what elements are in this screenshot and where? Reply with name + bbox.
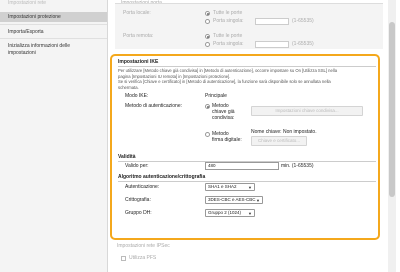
ike-heading: Impostazioni IKE: [118, 59, 376, 67]
local-port-label: Porta locale:: [123, 10, 151, 16]
sidebar: Impostazioni rete Impostazioni protezion…: [0, 0, 108, 272]
local-port-input[interactable]: [255, 18, 289, 25]
remote-all-ports-label: Tutte le porte: [213, 33, 243, 39]
valid-for-label: Valido per:: [125, 163, 149, 169]
ike-note-line3: Se si verifica [Chiave e certificato] in…: [118, 79, 331, 84]
chevron-down-icon: ▼: [248, 211, 252, 216]
dh-group-select[interactable]: Gruppo 2 (1024) ▼: [205, 209, 255, 217]
auth-algo-value: SHA1 e SHA2: [208, 184, 237, 189]
validity-heading: Validità: [118, 154, 376, 162]
algorithm-heading: Algoritmo autenticazione/crittografia: [118, 174, 376, 182]
psk-label-line3: condivisa:: [212, 115, 235, 121]
local-single-port-radio[interactable]: [205, 19, 210, 24]
digital-signature-radio[interactable]: [205, 132, 210, 137]
sidebar-item-network[interactable]: Impostazioni rete: [0, 0, 107, 6]
local-port-range: (1-65535): [292, 18, 314, 24]
dh-group-label: Gruppo DH:: [125, 210, 152, 216]
scrollbar-thumb[interactable]: [389, 22, 395, 197]
auth-algo-select[interactable]: SHA1 e SHA2 ▼: [205, 183, 255, 191]
encryption-value: 3DES-CBC e AES-CBC: [208, 197, 256, 202]
pfs-label: Utilizza PFS: [129, 255, 157, 261]
divider: [0, 38, 107, 39]
key-name-text: Nome chiave: Non impostato.: [251, 129, 317, 135]
remote-single-port-label: Porta singola:: [213, 41, 244, 47]
remote-port-label: Porta remota:: [123, 33, 154, 39]
sidebar-item-security[interactable]: Impostazioni protezione: [0, 12, 107, 22]
local-all-ports-label: Tutte le porte: [213, 10, 243, 16]
sidebar-item-reset-line2[interactable]: impostazioni: [0, 50, 107, 56]
sidebar-item-import-export[interactable]: Importa/Esporta: [0, 29, 107, 35]
chevron-down-icon: ▼: [248, 185, 252, 190]
validity-input[interactable]: 480: [205, 162, 279, 170]
remote-single-port-radio[interactable]: [205, 42, 210, 47]
ipsec-settings-title: Impostazioni rete IPSec: [117, 243, 170, 249]
ike-note-line4: schermata.: [118, 84, 139, 90]
encryption-label: Crittografia:: [125, 197, 151, 203]
auth-algo-label: Autenticazione:: [125, 184, 160, 190]
psk-radio[interactable]: [205, 104, 210, 109]
remote-port-input[interactable]: [255, 41, 289, 48]
local-all-ports-radio[interactable]: [205, 11, 210, 16]
encryption-select[interactable]: 3DES-CBC e AES-CBC ▼: [205, 196, 263, 204]
auth-method-label: Metodo di autenticazione:: [125, 103, 182, 109]
remote-port-range: (1-65535): [292, 41, 314, 47]
sig-label-line2: firma digitale:: [212, 137, 242, 143]
pfs-checkbox[interactable]: [121, 256, 126, 261]
chevron-down-icon: ▼: [256, 198, 260, 203]
ike-settings-panel: Impostazioni IKE Per utilizzare [Metodo …: [110, 54, 380, 240]
dh-group-value: Gruppo 2 (1024): [208, 210, 242, 215]
sidebar-item-reset-line1[interactable]: Inizializza informazioni delle: [0, 43, 107, 49]
ike-mode-label: Modo IKE:: [125, 93, 149, 99]
port-settings-box: Porta locale: Tutte le porte Porta singo…: [115, 3, 383, 49]
local-single-port-label: Porta singola:: [213, 18, 244, 24]
app-window: { "sidebar": { "items": [ {"label": "Imp…: [0, 0, 400, 272]
key-certificate-button[interactable]: Chiave e certificato...: [251, 136, 307, 146]
remote-all-ports-radio[interactable]: [205, 34, 210, 39]
shared-key-settings-button[interactable]: Impostazioni chiave condivisa...: [251, 106, 363, 116]
validity-unit: min. (1-65535): [281, 163, 314, 169]
ike-mode-value: Principale: [205, 93, 227, 99]
divider: [0, 24, 107, 25]
